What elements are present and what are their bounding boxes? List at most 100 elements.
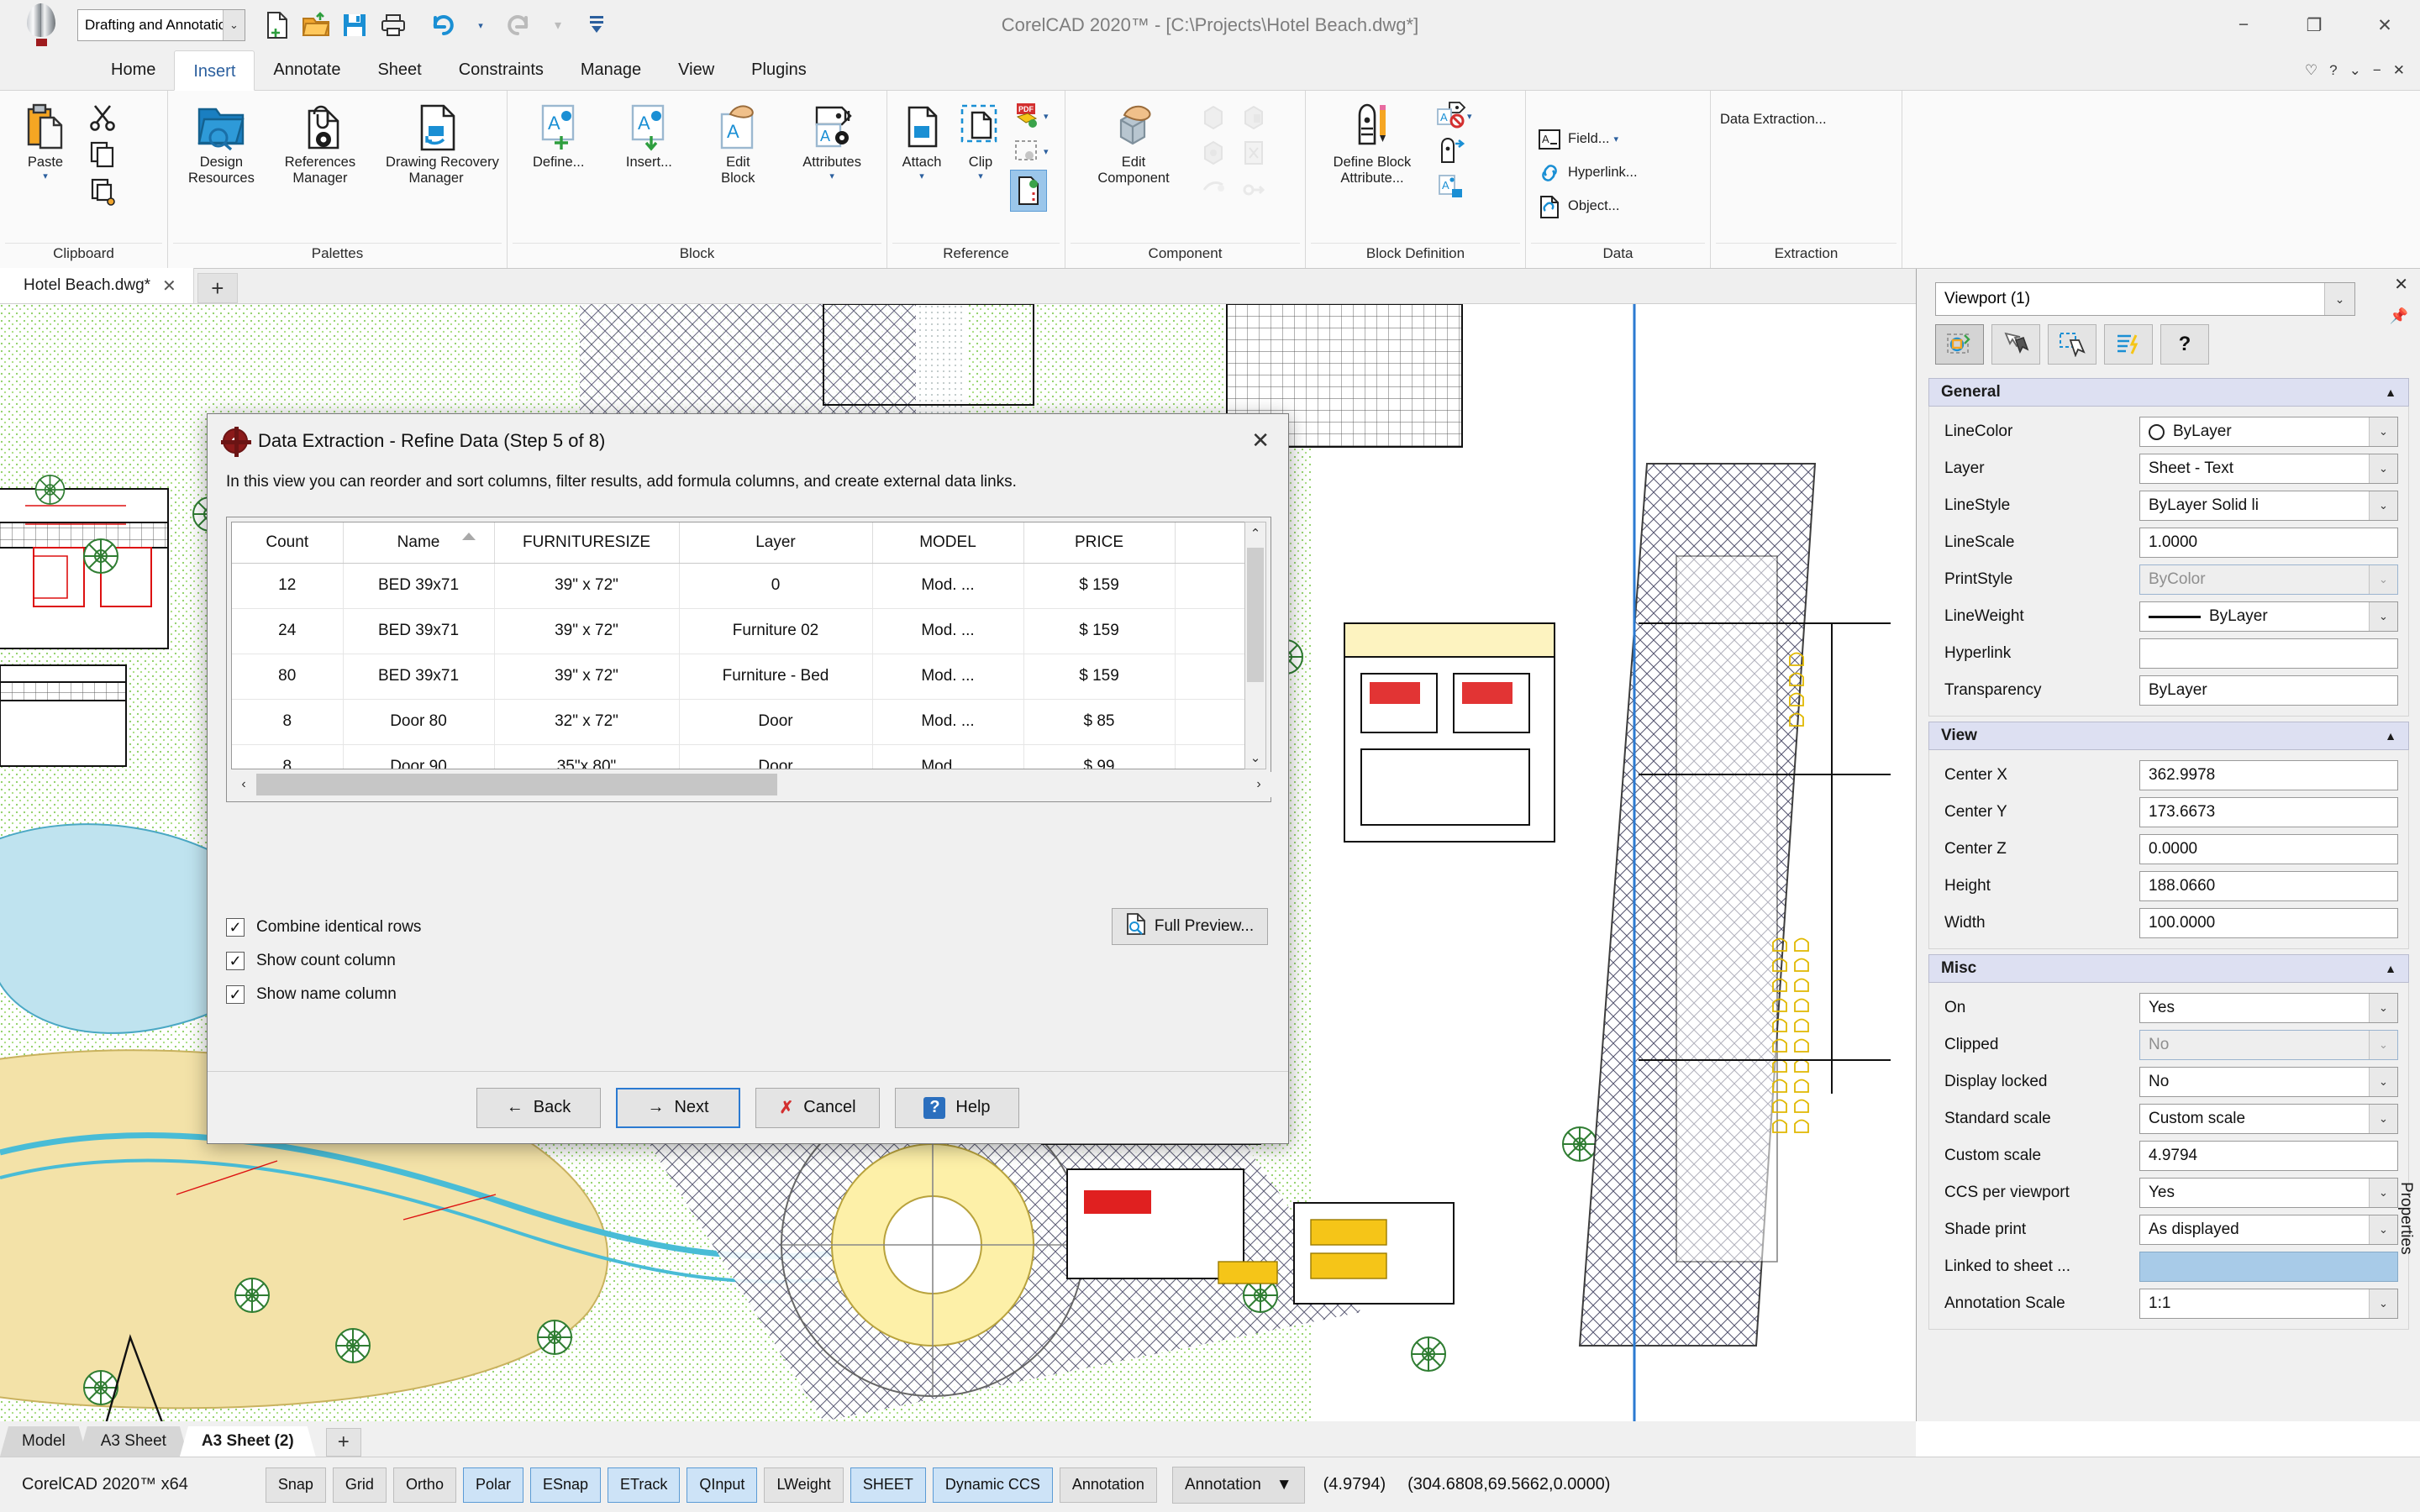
chevron-down-icon[interactable]: ⌄ [2369, 602, 2397, 631]
scroll-down-icon[interactable]: ⌄ [1245, 747, 1265, 769]
property-value-hyperlink[interactable] [2139, 638, 2398, 669]
status-toggle-polar[interactable]: Polar [462, 1467, 523, 1503]
col-header-price[interactable]: PRICE [1023, 522, 1176, 564]
drawing-recovery-manager-button[interactable]: Drawing Recovery Manager [381, 97, 499, 188]
close-icon[interactable]: ✕ [162, 276, 176, 297]
property-value-display-locked[interactable]: No ⌄ [2139, 1067, 2398, 1097]
sheet-tab-model[interactable]: Model [0, 1426, 87, 1457]
status-toggle-annotation[interactable]: Annotation [1059, 1467, 1157, 1503]
chevron-down-icon[interactable]: ⌄ [2324, 283, 2354, 315]
chevron-down-icon[interactable]: ⌄ [2349, 62, 2361, 79]
pdf-underlay-icon[interactable]: PDF [1010, 99, 1044, 133]
new-file-icon[interactable] [259, 7, 296, 44]
status-toggle-etrack[interactable]: ETrack [608, 1467, 681, 1503]
section-header-view[interactable]: View ▲ [1928, 722, 2409, 750]
table-row[interactable]: 8 Door 90 35"x 80" Door Mod. ... $ 99 [232, 744, 1247, 769]
attribute-redefine-icon[interactable] [1434, 134, 1467, 168]
grid-horizontal-scrollbar[interactable]: ‹ › [231, 772, 1271, 797]
minimize-button[interactable]: − [2208, 0, 2279, 50]
attach-reference-button[interactable]: Attach ▾ [892, 97, 951, 183]
dwg-underlay-icon[interactable] [1010, 170, 1047, 212]
property-value-clipped[interactable]: No ⌄ [2139, 1030, 2398, 1060]
redo-icon[interactable] [501, 7, 538, 44]
property-value-printstyle[interactable]: ByColor ⌄ [2139, 564, 2398, 595]
col-header-layer[interactable]: Layer [679, 522, 873, 564]
property-value-linked-to-sheet[interactable] [2139, 1252, 2398, 1282]
status-toggle-grid[interactable]: Grid [332, 1467, 387, 1503]
save-icon[interactable] [336, 7, 373, 44]
chevron-up-icon[interactable]: ▲ [2385, 962, 2396, 975]
property-value-ccs-per-viewport[interactable]: Yes ⌄ [2139, 1178, 2398, 1208]
status-toggle-snap[interactable]: Snap [265, 1467, 326, 1503]
print-icon[interactable] [375, 7, 412, 44]
chevron-up-icon[interactable]: ▲ [2385, 386, 2396, 399]
sheet-tab-a3-sheet[interactable]: A3 Sheet [79, 1426, 188, 1457]
data-extraction-dialog[interactable]: Data Extraction - Refine Data (Step 5 of… [207, 413, 1289, 1144]
scroll-right-icon[interactable]: › [1246, 777, 1271, 792]
chevron-down-icon[interactable]: ▾ [1467, 111, 1472, 122]
help-icon[interactable]: ? [2160, 324, 2209, 365]
close-button[interactable]: ✕ [2349, 0, 2420, 50]
property-value-shade-print[interactable]: As displayed ⌄ [2139, 1215, 2398, 1245]
annotation-scale-dropdown[interactable]: Annotation ▼ [1171, 1466, 1305, 1504]
status-toggle-esnap[interactable]: ESnap [530, 1467, 602, 1503]
clip-reference-button[interactable]: Clip ▾ [951, 97, 1010, 183]
table-row[interactable]: 12 BED 39x71 39" x 72" 0 Mod. ... $ 159 [232, 563, 1247, 609]
chevron-down-icon[interactable]: ▾ [1044, 146, 1049, 157]
help-button[interactable]: ? Help [895, 1087, 1019, 1128]
chevron-down-icon[interactable]: ⌄ [223, 10, 245, 40]
image-underlay-icon[interactable] [1010, 134, 1044, 168]
tab-home[interactable]: Home [92, 50, 174, 90]
chevron-down-icon[interactable]: ▾ [1614, 134, 1619, 144]
document-tab-hotel-beach[interactable]: Hotel Beach.dwg* ✕ [0, 268, 194, 303]
status-toggle-ortho[interactable]: Ortho [392, 1467, 456, 1503]
block-attributes-button[interactable]: A Attributes ▾ [797, 97, 866, 183]
chevron-down-icon[interactable]: ⌄ [2369, 417, 2397, 446]
checkbox-combine-identical-rows[interactable]: ✓ Combine identical rows [226, 918, 421, 937]
property-value-lineweight[interactable]: ByLayer ⌄ [2139, 601, 2398, 632]
cut-icon[interactable] [86, 101, 119, 134]
chevron-down-icon[interactable]: ⌄ [2369, 565, 2397, 594]
references-manager-button[interactable]: References Manager [280, 97, 360, 188]
quick-properties-icon[interactable] [2104, 324, 2153, 365]
define-block-button[interactable]: A Define... [528, 97, 589, 172]
property-value-width[interactable]: 100.0000 [2139, 908, 2398, 938]
property-value-center-x[interactable]: 362.9978 [2139, 760, 2398, 790]
col-header-next[interactable] [1175, 522, 1247, 564]
open-file-icon[interactable] [297, 7, 334, 44]
property-value-linescale[interactable]: 1.0000 [2139, 528, 2398, 558]
minimize-ribbon-icon[interactable]: − [2373, 62, 2381, 79]
checkbox-show-name-column[interactable]: ✓ Show name column [226, 985, 421, 1004]
edit-block-button[interactable]: A Edit Block [708, 97, 767, 188]
data-extraction-button[interactable]: Data Extraction... [1716, 109, 1831, 130]
quick-select-icon[interactable] [1935, 324, 1984, 365]
copy-icon[interactable] [86, 138, 119, 171]
tab-insert[interactable]: Insert [174, 50, 255, 91]
sheet-tab-a3-sheet-2[interactable]: A3 Sheet (2) [180, 1426, 316, 1457]
tab-manage[interactable]: Manage [562, 50, 660, 90]
chevron-down-icon[interactable]: ▾ [919, 171, 924, 181]
edit-component-button[interactable]: Edit Component [1071, 97, 1197, 188]
col-header-name[interactable]: Name [343, 522, 495, 564]
close-ribbon-icon[interactable]: ✕ [2393, 62, 2405, 79]
chevron-down-icon[interactable]: ▾ [1044, 111, 1049, 122]
workspace-combo[interactable]: Drafting and Annotation ⌄ [77, 9, 245, 41]
property-value-transparency[interactable]: ByLayer [2139, 675, 2398, 706]
chevron-down-icon[interactable]: ▼ [1276, 1476, 1292, 1494]
grid-vertical-scrollbar[interactable]: ⌃ ⌄ [1244, 522, 1266, 769]
select-window-icon[interactable] [2048, 324, 2096, 365]
tab-sheet[interactable]: Sheet [359, 50, 439, 90]
new-document-tab-button[interactable]: + [197, 273, 238, 303]
edit-attribute-icon[interactable]: A [1434, 99, 1467, 133]
panel-close-icon[interactable]: ✕ [2394, 274, 2408, 295]
section-header-general[interactable]: General ▲ [1928, 378, 2409, 407]
full-preview-button[interactable]: Full Preview... [1112, 908, 1268, 945]
object-selector-combo[interactable]: Viewport (1) ⌄ [1935, 282, 2355, 316]
table-row[interactable]: 8 Door 80 32" x 72" Door Mod. ... $ 85 [232, 699, 1247, 745]
scroll-left-icon[interactable]: ‹ [231, 777, 256, 792]
restore-button[interactable]: ❐ [2279, 0, 2349, 50]
cancel-button[interactable]: ✗ Cancel [755, 1087, 880, 1128]
property-value-layer[interactable]: Sheet - Text ⌄ [2139, 454, 2398, 484]
design-resources-button[interactable]: Design Resources [183, 97, 260, 188]
customize-qat-icon[interactable] [578, 7, 615, 44]
